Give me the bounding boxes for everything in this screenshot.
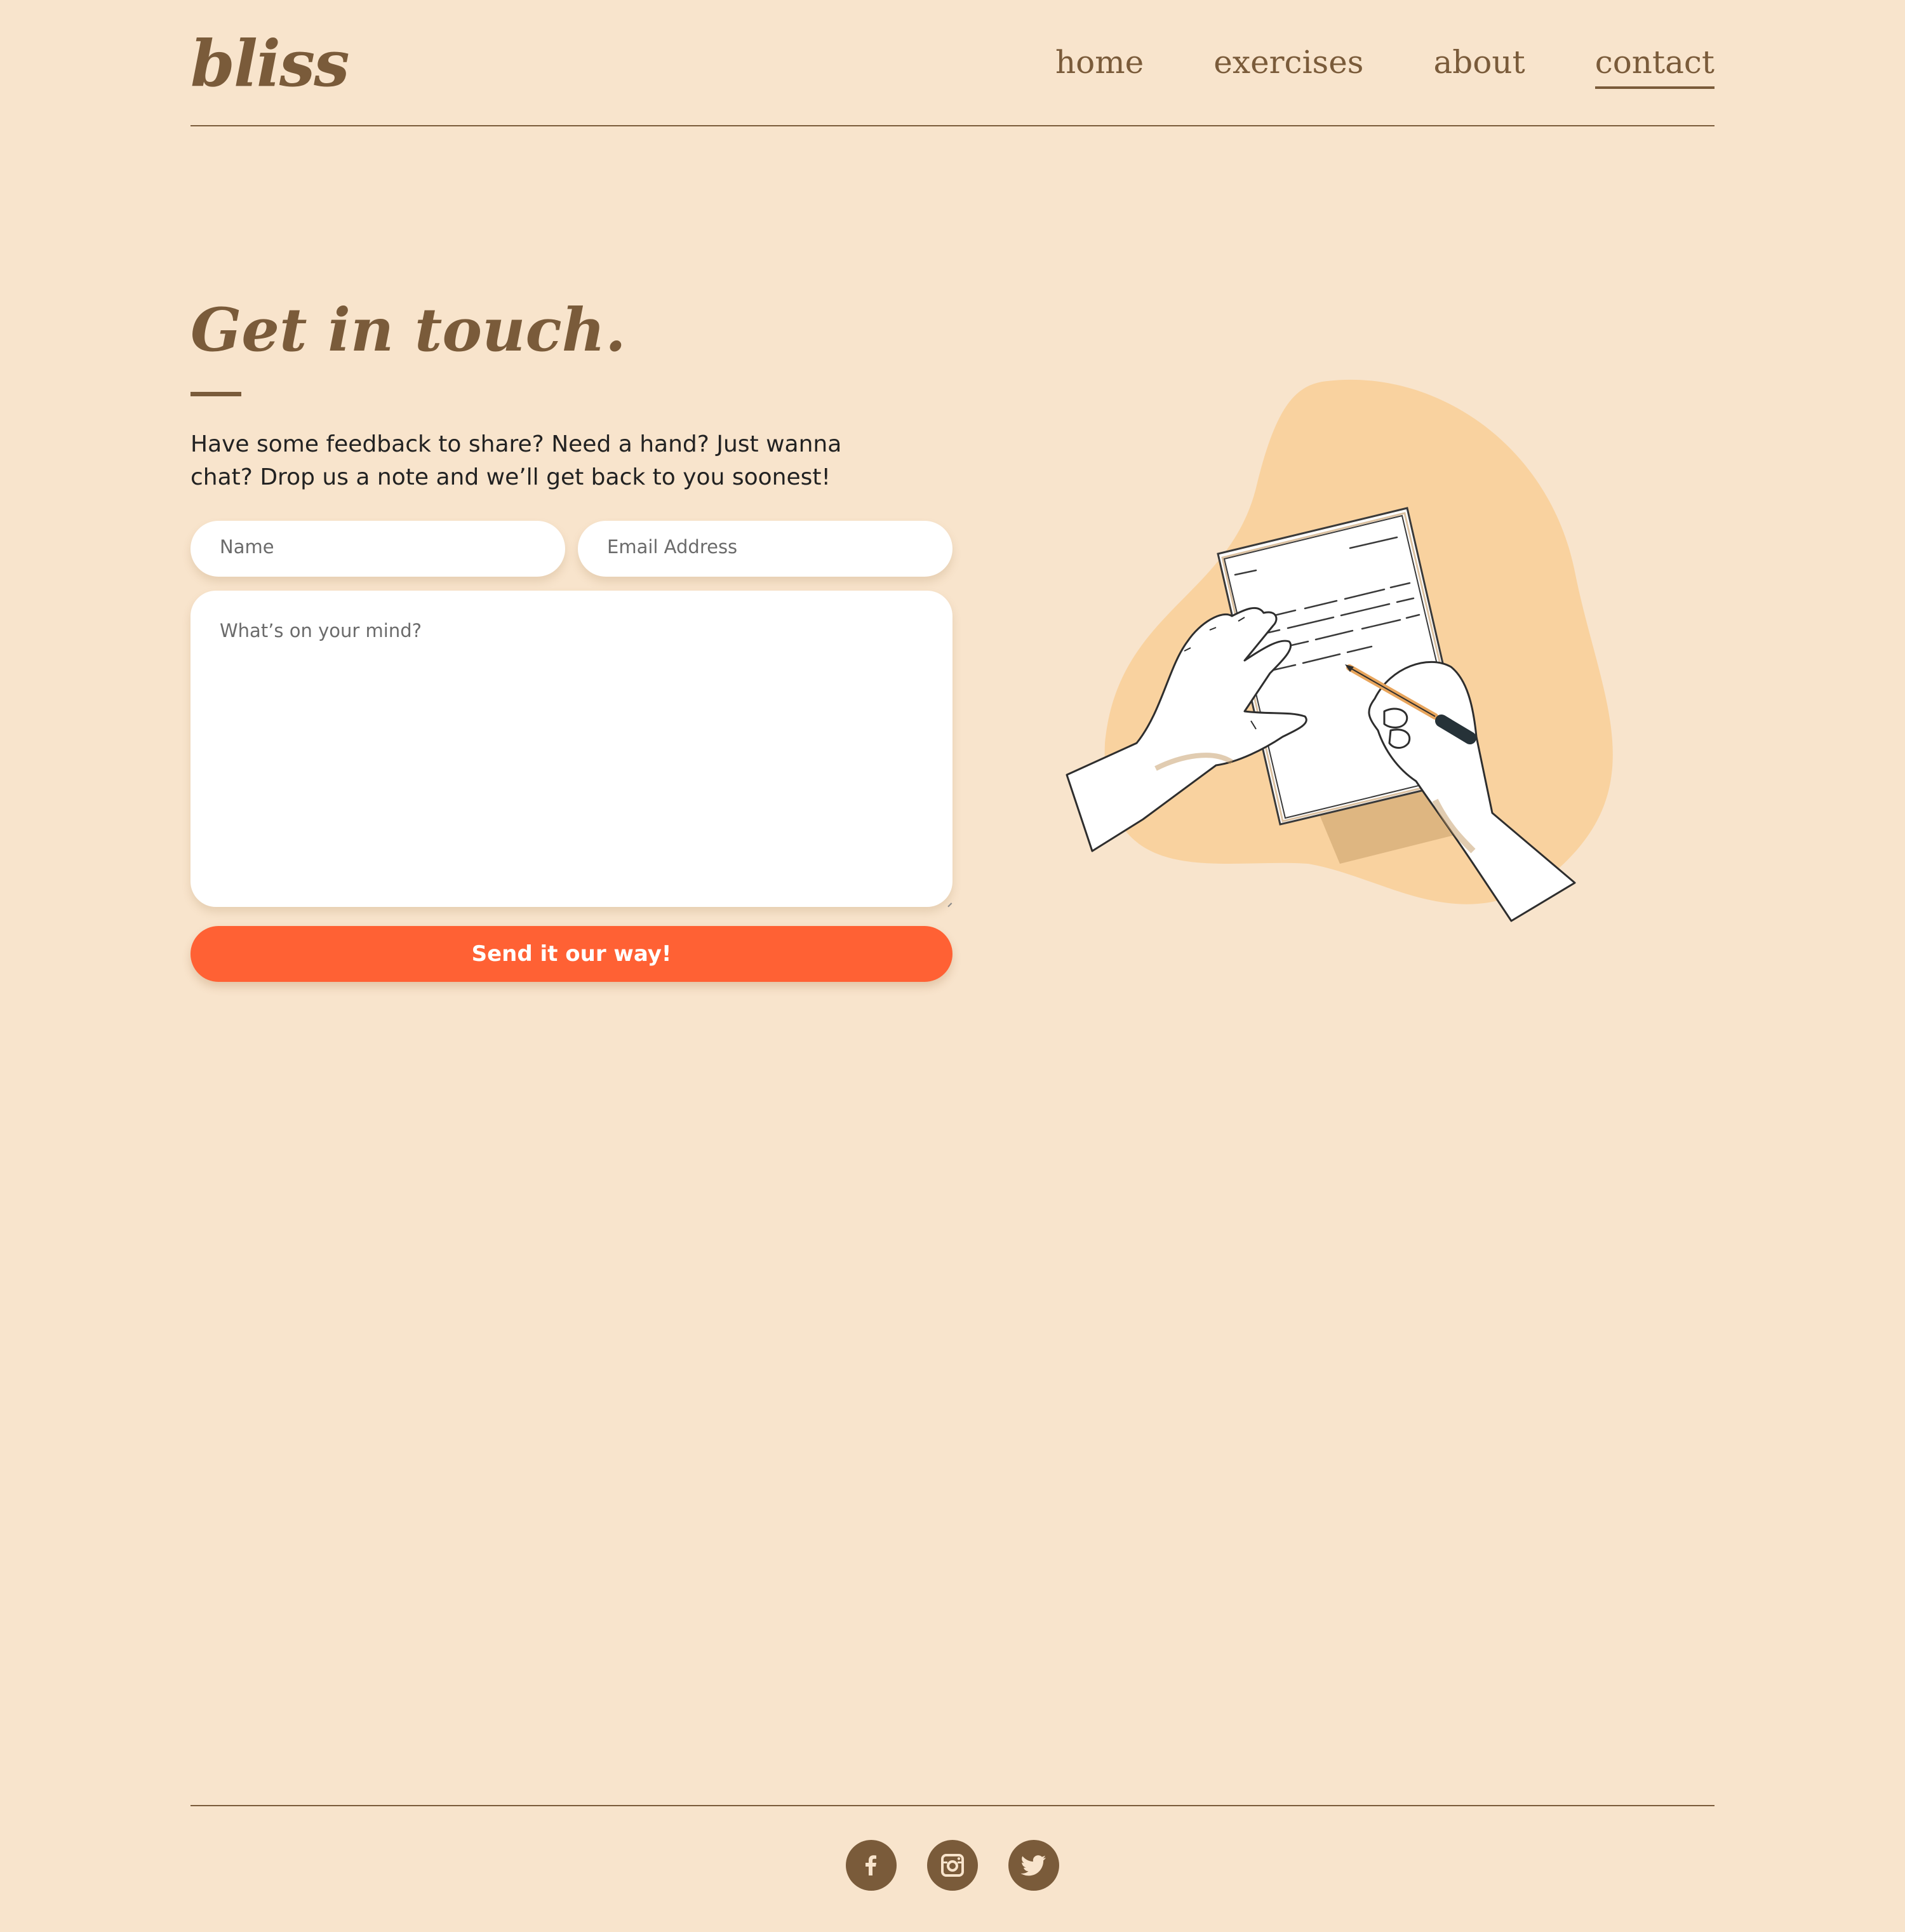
twitter-icon bbox=[1020, 1855, 1046, 1876]
instagram-button[interactable] bbox=[927, 1840, 978, 1891]
header-divider bbox=[190, 125, 1714, 126]
brand-logo[interactable]: bliss bbox=[190, 25, 349, 102]
message-textarea[interactable]: What’s on your mind? bbox=[190, 591, 952, 908]
name-placeholder: Name bbox=[220, 536, 274, 558]
nav-home[interactable]: home bbox=[1055, 39, 1144, 85]
nav-exercises[interactable]: exercises bbox=[1213, 39, 1363, 85]
footer-divider bbox=[190, 1805, 1714, 1806]
page-title: Get in touch. bbox=[190, 295, 626, 365]
main-nav: home exercises about contact bbox=[1055, 39, 1714, 89]
facebook-button[interactable] bbox=[846, 1840, 897, 1891]
message-placeholder: What’s on your mind? bbox=[220, 620, 422, 641]
resize-handle-icon[interactable] bbox=[944, 899, 952, 908]
letter-writing-illustration bbox=[1066, 379, 1613, 922]
social-links bbox=[846, 1840, 1059, 1891]
title-underline-accent bbox=[190, 392, 241, 396]
twitter-button[interactable] bbox=[1008, 1840, 1059, 1891]
instagram-icon bbox=[941, 1854, 964, 1877]
facebook-icon bbox=[866, 1855, 876, 1875]
nav-about[interactable]: about bbox=[1433, 39, 1525, 85]
email-input[interactable]: Email Address bbox=[578, 521, 952, 577]
intro-text: Have some feedback to share? Need a hand… bbox=[190, 431, 842, 490]
nav-contact[interactable]: contact bbox=[1594, 39, 1714, 89]
name-input[interactable]: Name bbox=[190, 521, 565, 577]
email-placeholder: Email Address bbox=[607, 536, 738, 558]
send-button[interactable]: Send it our way! bbox=[190, 926, 952, 982]
